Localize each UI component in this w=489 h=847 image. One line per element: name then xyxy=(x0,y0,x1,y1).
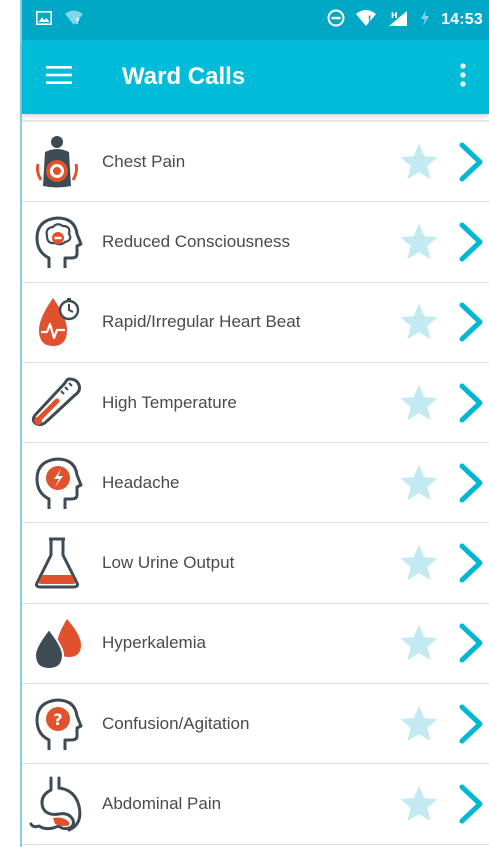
list-item-confusion-agitation[interactable]: ? Confusion/Agitation xyxy=(22,684,489,765)
list-item-label: Rapid/Irregular Heart Beat xyxy=(102,312,301,332)
stomach-icon xyxy=(28,775,86,833)
wifi-icon: ! xyxy=(355,9,377,32)
reduced-consciousness-icon xyxy=(28,213,86,271)
list-item-high-temperature[interactable]: High Temperature xyxy=(22,363,489,444)
flask-icon xyxy=(28,534,86,592)
chest-pain-icon xyxy=(28,133,86,191)
list-item-label: Confusion/Agitation xyxy=(102,713,250,733)
menu-button[interactable] xyxy=(40,58,78,96)
favorite-star-icon[interactable] xyxy=(398,141,440,183)
page-title: Ward Calls xyxy=(122,63,246,90)
list-item-label: Abdominal Pain xyxy=(102,794,222,814)
list-item-label: High Temperature xyxy=(102,392,237,412)
list-item-headache[interactable]: Headache xyxy=(22,443,489,524)
more-vert-icon xyxy=(460,62,466,92)
list-item-label: Low Urine Output xyxy=(102,553,235,573)
chevron-right-icon[interactable] xyxy=(456,703,486,745)
svg-text:H: H xyxy=(391,11,398,20)
hamburger-menu-icon xyxy=(46,65,72,90)
favorite-star-icon[interactable] xyxy=(398,622,440,664)
favorite-star-icon[interactable] xyxy=(398,542,440,584)
signal-h-icon: H xyxy=(387,9,409,32)
charging-bolt-icon xyxy=(419,9,431,32)
svg-text:?: ? xyxy=(75,17,80,26)
chevron-right-icon[interactable] xyxy=(456,301,486,343)
status-bar: ? ! H 14:53 xyxy=(22,0,489,40)
chevron-right-icon[interactable] xyxy=(456,382,486,424)
more-options-button[interactable] xyxy=(451,58,475,96)
heart-beat-icon xyxy=(28,293,86,351)
list-item-label: Hyperkalemia xyxy=(102,633,206,653)
app-bar: Ward Calls xyxy=(22,40,489,114)
drops-icon xyxy=(28,614,86,672)
status-time: 14:53 xyxy=(441,11,483,28)
wifi-question-icon: ? xyxy=(64,10,84,31)
list-item-reduced-consciousness[interactable]: Reduced Consciousness xyxy=(22,202,489,283)
list-item-abdominal-pain[interactable]: Abdominal Pain xyxy=(22,764,489,845)
favorite-star-icon[interactable] xyxy=(398,301,440,343)
favorite-star-icon[interactable] xyxy=(398,221,440,263)
svg-text:?: ? xyxy=(53,710,62,729)
favorite-star-icon[interactable] xyxy=(398,783,440,825)
list-item-hyperkalemia[interactable]: Hyperkalemia xyxy=(22,604,489,685)
list-item-heart-beat[interactable]: Rapid/Irregular Heart Beat xyxy=(22,283,489,363)
chevron-right-icon[interactable] xyxy=(456,141,486,183)
list-item-label: Reduced Consciousness xyxy=(102,231,291,251)
chevron-right-icon[interactable] xyxy=(456,622,486,664)
favorite-star-icon[interactable] xyxy=(398,462,440,504)
list-item-low-urine-output[interactable]: Low Urine Output xyxy=(22,523,489,604)
do-not-disturb-icon xyxy=(327,9,345,32)
list-item-label: Chest Pain xyxy=(102,151,186,171)
list-item-chest-pain[interactable]: Chest Pain xyxy=(22,122,489,203)
headache-icon xyxy=(28,454,86,512)
favorite-star-icon[interactable] xyxy=(398,703,440,745)
ward-calls-list: Chest Pain Reduced Consciousness Rapid/I… xyxy=(22,120,489,845)
image-icon xyxy=(36,10,52,30)
svg-text:!: ! xyxy=(368,15,372,25)
list-item-label: Headache xyxy=(102,472,180,492)
confusion-icon: ? xyxy=(28,695,86,753)
thermometer-icon xyxy=(28,374,86,432)
chevron-right-icon[interactable] xyxy=(456,462,486,504)
chevron-right-icon[interactable] xyxy=(456,221,486,263)
chevron-right-icon[interactable] xyxy=(456,783,486,825)
chevron-right-icon[interactable] xyxy=(456,542,486,584)
favorite-star-icon[interactable] xyxy=(398,382,440,424)
